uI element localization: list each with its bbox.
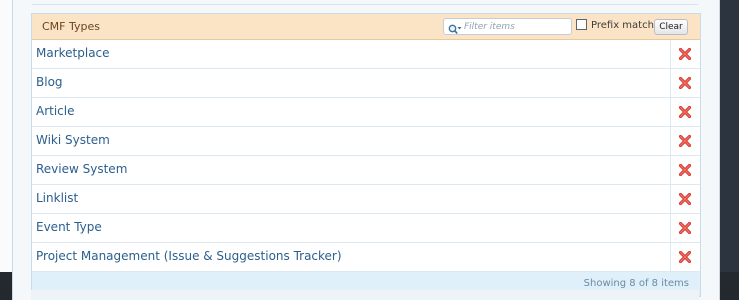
prefix-match-label: Prefix match — [591, 20, 654, 31]
delete-icon[interactable] — [679, 251, 691, 263]
item-link[interactable]: Marketplace — [36, 46, 110, 60]
delete-button[interactable] — [670, 214, 700, 242]
cmf-types-panel: CMF Types Prefix match Clear Marketplace — [31, 13, 701, 297]
delete-icon[interactable] — [679, 164, 691, 176]
top-divider — [32, 4, 698, 5]
list-item: Wiki System — [32, 127, 700, 156]
filter-box[interactable] — [443, 18, 572, 35]
delete-button[interactable] — [670, 185, 700, 213]
delete-button[interactable] — [670, 98, 700, 126]
search-icon[interactable] — [448, 21, 462, 35]
item-link[interactable]: Review System — [36, 162, 127, 176]
list-item: Marketplace — [32, 40, 700, 69]
item-link[interactable]: Article — [36, 104, 75, 118]
item-link[interactable]: Blog — [36, 75, 63, 89]
list-item: Linklist — [32, 185, 700, 214]
panel-bottom-area — [31, 290, 699, 300]
list-item: Event Type — [32, 214, 700, 243]
list-item: Blog — [32, 69, 700, 98]
filter-input[interactable] — [464, 20, 568, 33]
delete-icon[interactable] — [679, 193, 691, 205]
item-link[interactable]: Wiki System — [36, 133, 110, 147]
delete-icon[interactable] — [679, 77, 691, 89]
list-item: Article — [32, 98, 700, 127]
clear-button[interactable]: Clear — [654, 19, 688, 35]
panel-title: CMF Types — [42, 20, 100, 33]
delete-icon[interactable] — [679, 106, 691, 118]
panel-header: CMF Types Prefix match Clear — [32, 14, 700, 40]
delete-button[interactable] — [670, 127, 700, 155]
list-item: Project Management (Issue & Suggestions … — [32, 243, 700, 272]
item-link[interactable]: Project Management (Issue & Suggestions … — [36, 249, 342, 263]
delete-icon[interactable] — [679, 48, 691, 60]
item-count-text: Showing 8 of 8 items — [583, 278, 689, 289]
delete-icon[interactable] — [679, 135, 691, 147]
prefix-match-checkbox[interactable] — [576, 19, 587, 30]
delete-button[interactable] — [670, 69, 700, 97]
item-link[interactable]: Event Type — [36, 220, 102, 234]
delete-icon[interactable] — [679, 222, 691, 234]
delete-button[interactable] — [670, 243, 700, 271]
delete-button[interactable] — [670, 156, 700, 184]
delete-button[interactable] — [670, 40, 700, 68]
list-item: Review System — [32, 156, 700, 185]
item-link[interactable]: Linklist — [36, 191, 78, 205]
